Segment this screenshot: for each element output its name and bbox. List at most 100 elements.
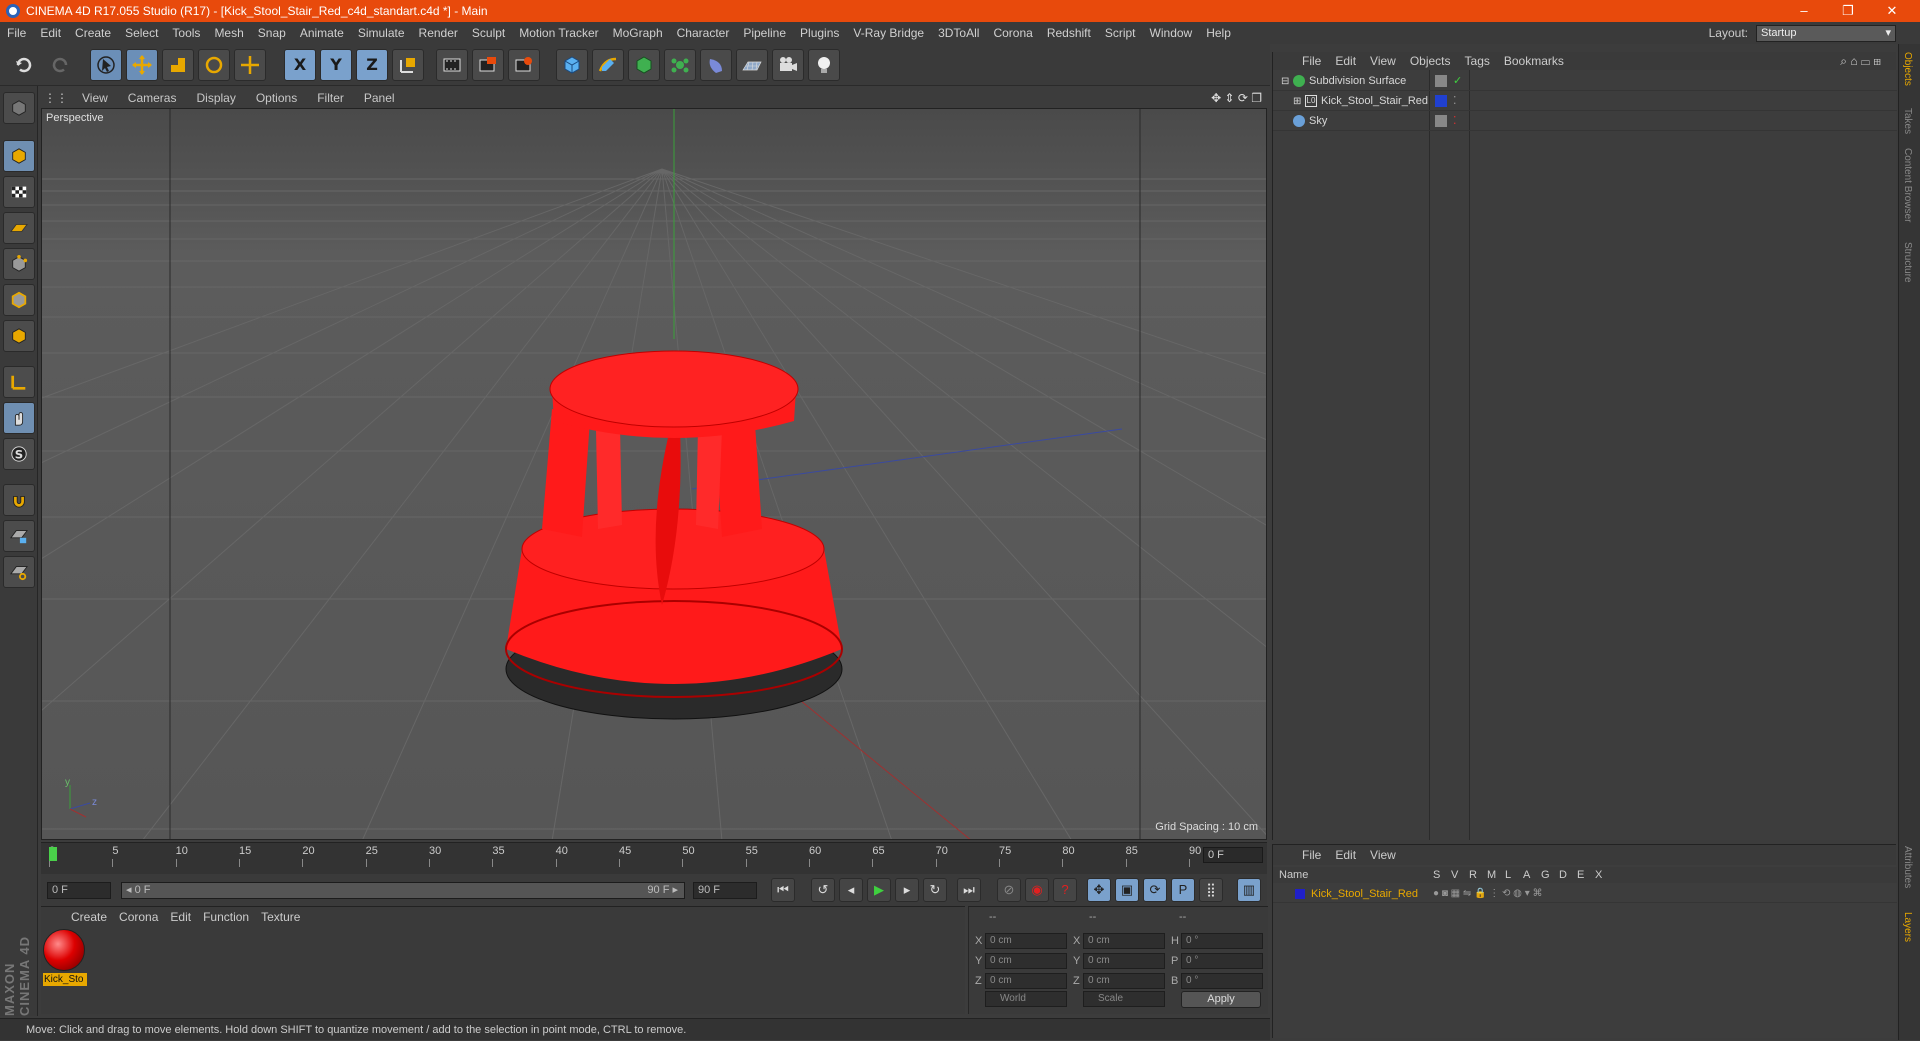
z-axis-icon[interactable]: Z [356,49,388,81]
material-swatch[interactable]: Kick_Sto [43,929,87,989]
world-coordinates-icon[interactable] [392,49,424,81]
layer-toggle-icons[interactable]: ● ◙ ▦ ⇋ 🔒 ⋮ ⟲ ◍ ▾ ⌘ [1433,885,1543,903]
menu-select[interactable]: Select [118,26,165,40]
tab-attributes[interactable]: Attributes [1902,846,1913,888]
menu-help[interactable]: Help [1199,26,1238,40]
tab-layers[interactable]: Layers [1902,912,1913,942]
subdivision-icon[interactable] [628,49,660,81]
menu-pipeline[interactable]: Pipeline [736,26,793,40]
viewport-menu-panel[interactable]: Panel [354,91,405,105]
move-icon[interactable] [126,49,158,81]
menu-vray-bridge[interactable]: V-Ray Bridge [846,26,931,40]
viewport-camera-label[interactable]: Perspective [46,112,103,124]
material-menu-create[interactable]: Create [65,910,113,924]
object-row-kick-stool[interactable]: ⊞ L0 Kick_Stool_Stair_Red ⁚ [1273,92,1897,111]
close-button[interactable]: ✕ [1870,0,1914,22]
tweak-mode-icon[interactable] [3,402,35,434]
live-selection-icon[interactable] [90,49,122,81]
tab-content-browser[interactable]: Content Browser [1902,148,1913,222]
x-axis-icon[interactable]: X [284,49,316,81]
pos-x-field[interactable]: 0 cm [985,933,1067,949]
menu-3dtoall[interactable]: 3DToAll [931,26,986,40]
next-frame-icon[interactable]: ▸ [895,878,919,902]
locked-workplane-icon[interactable] [3,520,35,552]
menu-animate[interactable]: Animate [293,26,351,40]
key-position-icon[interactable]: ✥ [1087,878,1111,902]
size-y-field[interactable]: 0 cm [1083,953,1165,969]
planar-workplane-icon[interactable] [3,556,35,588]
layer-menu-edit[interactable]: Edit [1328,848,1363,862]
expand-icon[interactable]: ⊞ [1293,92,1301,111]
viewport-menu-view[interactable]: View [72,91,118,105]
points-mode-icon[interactable] [3,248,35,280]
object-search-icons[interactable]: ⌕ ⌂ ▭ ⊞ [1833,54,1888,69]
y-axis-icon[interactable]: Y [320,49,352,81]
layer-menu-file[interactable]: File [1295,848,1328,862]
menu-redshift[interactable]: Redshift [1040,26,1098,40]
object-row-sky[interactable]: Sky ⁚ [1273,112,1897,131]
viewport-perspective[interactable]: Perspective y z Grid Spacing : 10 cm [41,108,1267,840]
rot-p-field[interactable]: 0 ° [1181,953,1263,969]
mograph-cloner-icon[interactable] [664,49,696,81]
snap-icon[interactable]: S [3,438,35,470]
key-pla-icon[interactable]: ⣿ [1199,878,1223,902]
scale-icon[interactable] [162,49,194,81]
cube-icon[interactable] [556,49,588,81]
rotate-icon[interactable] [198,49,230,81]
menu-render[interactable]: Render [412,26,465,40]
coordinate-system-dropdown[interactable]: World [985,991,1067,1007]
rot-h-field[interactable]: 0 ° [1181,933,1263,949]
layer-row[interactable]: Kick_Stool_Stair_Red ● ◙ ▦ ⇋ 🔒 ⋮ ⟲ ◍ ▾ ⌘ [1273,885,1897,903]
magnet-icon[interactable] [3,484,35,516]
workplane-icon[interactable] [3,212,35,244]
apply-button[interactable]: Apply [1181,991,1261,1008]
menu-script[interactable]: Script [1098,26,1143,40]
layer-color-swatch[interactable] [1295,889,1305,899]
menu-simulate[interactable]: Simulate [351,26,412,40]
visibility-dots-icon[interactable]: ⁚ [1453,112,1457,131]
visibility-toggle-icon[interactable] [1435,75,1447,87]
object-row-subdivision[interactable]: ⊟ Subdivision Surface ✓ [1273,72,1897,91]
floor-icon[interactable] [736,49,768,81]
redo-icon[interactable] [44,49,76,81]
tab-takes[interactable]: Takes [1902,108,1913,134]
tab-structure[interactable]: Structure [1902,242,1913,283]
layer-menu-view[interactable]: View [1363,848,1403,862]
model-mode-icon[interactable] [3,140,35,172]
object-menu-bookmarks[interactable]: Bookmarks [1497,54,1571,68]
visibility-toggle-icon[interactable] [1435,115,1447,127]
menu-sculpt[interactable]: Sculpt [465,26,512,40]
object-menu-view[interactable]: View [1363,54,1403,68]
menu-create[interactable]: Create [68,26,118,40]
menu-mograph[interactable]: MoGraph [606,26,670,40]
menu-file[interactable]: File [0,26,33,40]
edit-render-settings-icon[interactable] [508,49,540,81]
pos-y-field[interactable]: 0 cm [985,953,1067,969]
key-scale-icon[interactable]: ▣ [1115,878,1139,902]
enabled-check-icon[interactable]: ✓ [1453,72,1462,91]
menu-window[interactable]: Window [1143,26,1200,40]
undo-icon[interactable] [8,49,40,81]
viewport-menu-display[interactable]: Display [186,91,245,105]
object-menu-objects[interactable]: Objects [1403,54,1458,68]
play-icon[interactable]: ▶ [867,878,891,902]
prev-frame-icon[interactable]: ◂ [839,878,863,902]
preview-range-slider[interactable]: ◂ 0 F 90 F ▸ [121,882,685,899]
goto-start-icon[interactable]: ⏮ [771,878,795,902]
object-menu-edit[interactable]: Edit [1328,54,1363,68]
make-editable-icon[interactable] [3,92,35,124]
deformer-icon[interactable] [700,49,732,81]
render-picture-viewer-icon[interactable] [472,49,504,81]
move-all-icon[interactable] [234,49,266,81]
material-menu-function[interactable]: Function [197,910,255,924]
goto-end-icon[interactable]: ⏭ [957,878,981,902]
menu-tools[interactable]: Tools [165,26,207,40]
start-frame-field[interactable]: 0 F [47,882,111,899]
size-z-field[interactable]: 0 cm [1083,973,1165,989]
axis-mode-icon[interactable] [3,366,35,398]
kick-stool-model[interactable] [505,350,843,720]
menu-plugins[interactable]: Plugins [793,26,846,40]
viewport-menu-filter[interactable]: Filter [307,91,354,105]
menu-motion-tracker[interactable]: Motion Tracker [512,26,605,40]
camera-icon[interactable] [772,49,804,81]
